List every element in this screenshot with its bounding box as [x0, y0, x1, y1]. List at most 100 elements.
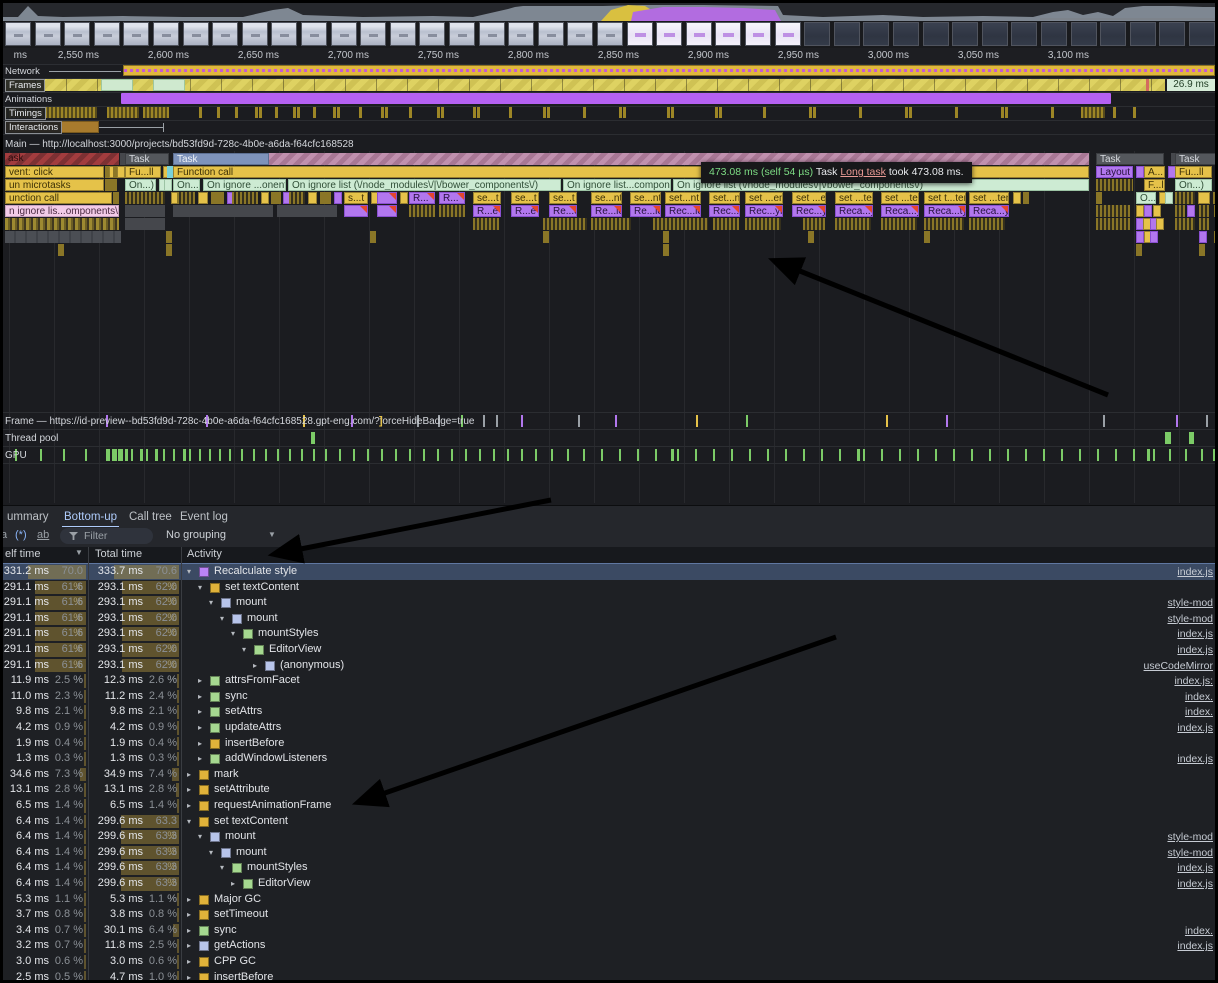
flame-tick[interactable] — [1198, 192, 1210, 204]
flame-tick[interactable] — [881, 218, 917, 230]
flame-tick[interactable] — [439, 205, 465, 217]
source-link[interactable]: index.js — [1177, 565, 1213, 581]
flame-tick[interactable] — [1013, 192, 1021, 204]
self-time-header[interactable]: elf time — [5, 548, 40, 560]
expand-arrow-open[interactable]: ▾ — [220, 611, 224, 627]
flame-tick[interactable] — [1175, 218, 1195, 230]
column-divider[interactable] — [181, 547, 182, 980]
flame-bar[interactable]: set...nt — [709, 192, 740, 204]
flame-tick[interactable] — [803, 218, 825, 230]
source-link[interactable]: useCodeMirror — [1144, 659, 1213, 675]
table-row[interactable]: 291.1 ms61.6 %293.1 ms62.0 %▸(anonymous)… — [3, 658, 1215, 674]
expand-arrow-closed[interactable]: ▸ — [187, 892, 191, 908]
flame-tick[interactable] — [713, 218, 739, 230]
flame-bar[interactable]: unction call — [5, 192, 112, 204]
activity-header[interactable]: Activity — [187, 548, 222, 560]
filmstrip-thumbnail[interactable] — [1189, 22, 1215, 46]
filmstrip-thumbnail[interactable] — [419, 22, 445, 46]
flame-tick[interactable] — [835, 218, 871, 230]
network-track[interactable]: Network — [3, 64, 1215, 79]
flame-bar[interactable]: set...nt — [665, 192, 701, 204]
flame-bar[interactable]: Re...e — [549, 205, 577, 217]
filmstrip-thumbnail[interactable] — [301, 22, 327, 46]
flame-tick[interactable] — [1214, 205, 1218, 217]
flame-bar[interactable]: se...t — [549, 192, 577, 204]
flame-tick[interactable] — [113, 192, 119, 204]
chevron-down-icon[interactable]: ▼ — [268, 530, 276, 539]
source-link[interactable]: index.js — [1177, 721, 1213, 737]
flame-tick[interactable] — [271, 192, 281, 204]
flame-tick[interactable] — [164, 179, 172, 191]
filmstrip-thumbnail[interactable] — [863, 22, 889, 46]
time-ruler[interactable]: ms2,550 ms2,600 ms2,650 ms2,700 ms2,750 … — [3, 48, 1215, 65]
flame-bar[interactable]: Reca...yle — [881, 205, 919, 217]
filmstrip-thumbnail[interactable] — [893, 22, 919, 46]
flame-tick[interactable] — [377, 205, 397, 217]
flame-bar[interactable]: n ignore lis...omponents\/) — [5, 205, 119, 217]
flame-tick[interactable] — [211, 192, 224, 204]
flame-tick[interactable] — [166, 244, 172, 256]
tab-bottom-up[interactable]: Bottom-up — [60, 506, 121, 528]
source-link[interactable]: style-mod — [1167, 596, 1213, 612]
flame-bar[interactable]: se...t — [511, 192, 539, 204]
table-row[interactable]: 6.4 ms1.4 %299.6 ms63.3 %▾set textConten… — [3, 814, 1215, 830]
filmstrip-thumbnail[interactable] — [686, 22, 712, 46]
table-row[interactable]: 11.0 ms2.3 %11.2 ms2.4 %▸syncindex. — [3, 689, 1215, 705]
table-row[interactable]: 5.3 ms1.1 %5.3 ms1.1 %▸Major GC — [3, 892, 1215, 908]
flame-bar[interactable]: R... — [409, 192, 435, 204]
flame-tick[interactable] — [125, 205, 165, 217]
flame-bar[interactable]: Fu...ll — [1175, 166, 1212, 178]
total-time-header[interactable]: Total time — [95, 548, 142, 560]
gpu-track[interactable]: GPU — [3, 447, 1215, 464]
flame-tick[interactable] — [653, 218, 708, 230]
source-link[interactable]: index.js — [1177, 643, 1213, 659]
flame-tick[interactable] — [1156, 218, 1164, 230]
main-thread-title[interactable]: Main — http://localhost:3000/projects/bd… — [5, 139, 354, 150]
expand-arrow-open[interactable]: ▾ — [220, 860, 224, 876]
table-row[interactable]: 291.1 ms61.6 %293.1 ms62.0 %▾set textCon… — [3, 580, 1215, 596]
flame-bar[interactable]: s...t — [344, 192, 368, 204]
whole-word-icon[interactable]: ab — [37, 529, 49, 541]
flame-tick[interactable] — [473, 218, 499, 230]
expand-arrow-closed[interactable]: ▸ — [187, 938, 191, 954]
flame-bar[interactable]: Task — [173, 153, 269, 165]
flame-bar[interactable]: Reca...tyle — [924, 205, 966, 217]
filmstrip-thumbnail[interactable] — [1130, 22, 1156, 46]
source-link[interactable]: style-mod — [1167, 612, 1213, 628]
expand-arrow-closed[interactable]: ▸ — [187, 907, 191, 923]
flame-bar[interactable]: Task — [1175, 153, 1218, 165]
filmstrip-thumbnail[interactable] — [834, 22, 860, 46]
expand-arrow-open[interactable]: ▾ — [231, 626, 235, 642]
flame-bar[interactable]: On...) — [1175, 179, 1212, 191]
flame-tick[interactable] — [924, 231, 930, 243]
flame-tick[interactable] — [289, 192, 305, 204]
table-row[interactable]: 34.6 ms7.3 %34.9 ms7.4 %▸mark — [3, 767, 1215, 783]
filmstrip-thumbnail[interactable] — [390, 22, 416, 46]
flame-bar[interactable]: ask — [5, 153, 119, 165]
filmstrip-thumbnail[interactable] — [64, 22, 90, 46]
flame-tick[interactable] — [1175, 192, 1195, 204]
flame-tick[interactable] — [663, 244, 669, 256]
flame-bar[interactable]: set ...tent — [835, 192, 873, 204]
flame-bar[interactable]: R...e — [511, 205, 539, 217]
flame-tick[interactable] — [166, 231, 172, 243]
sort-arrow-icon[interactable]: ▼ — [75, 548, 83, 557]
filmstrip-thumbnail[interactable] — [183, 22, 209, 46]
timeline-overview[interactable] — [3, 3, 1215, 22]
flame-bar[interactable]: Rec...yle — [745, 205, 783, 217]
flame-bar[interactable]: Rec...le — [665, 205, 701, 217]
filmstrip-thumbnail[interactable] — [627, 22, 653, 46]
filmstrip-thumbnail[interactable] — [1071, 22, 1097, 46]
flame-bar[interactable]: F...l — [1144, 179, 1165, 191]
filmstrip-thumbnail[interactable] — [715, 22, 741, 46]
frames-track[interactable]: 26.9 msFrames — [3, 78, 1215, 93]
table-row[interactable]: 291.1 ms61.6 %293.1 ms62.0 %▾mountstyle-… — [3, 595, 1215, 611]
table-row[interactable]: 2.5 ms0.5 %4.7 ms1.0 %▸insertBefore — [3, 970, 1215, 980]
filmstrip-thumbnail[interactable] — [804, 22, 830, 46]
source-link[interactable]: index.js: — [1174, 674, 1213, 690]
source-link[interactable]: style-mod — [1167, 846, 1213, 862]
table-row[interactable]: 3.2 ms0.7 %11.8 ms2.5 %▸getActionsindex.… — [3, 938, 1215, 954]
flame-tick[interactable] — [1165, 192, 1173, 204]
flame-bar[interactable]: Reca...yle — [969, 205, 1009, 217]
expand-arrow-closed[interactable]: ▸ — [187, 954, 191, 970]
